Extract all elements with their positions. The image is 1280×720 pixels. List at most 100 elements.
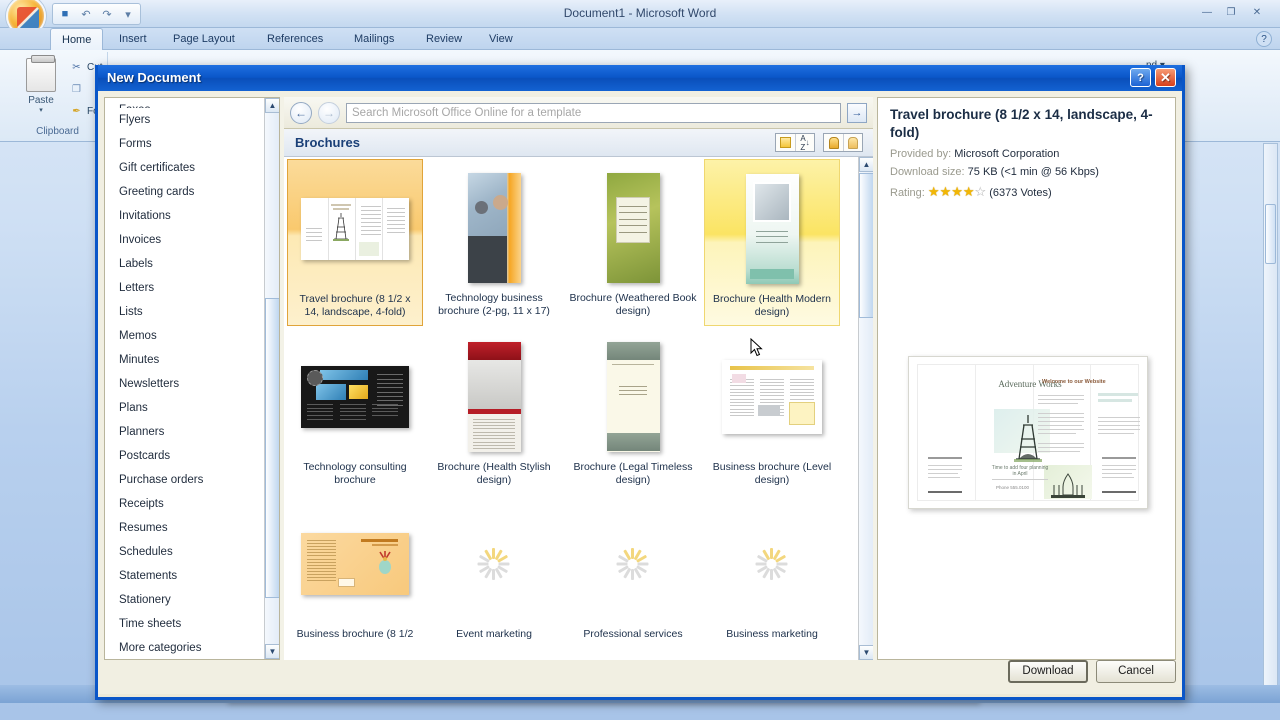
- template-item[interactable]: Business marketing: [704, 495, 840, 647]
- rating-label: Rating:: [890, 187, 925, 199]
- gallery-header: Brochures A Z ↓: [284, 129, 873, 157]
- gallery-scrollbar[interactable]: ▲ ▼: [858, 157, 873, 660]
- category-item-time-sheets[interactable]: Time sheets: [105, 612, 265, 636]
- template-item[interactable]: Business brochure (Level design): [704, 328, 840, 493]
- category-item-minutes[interactable]: Minutes: [105, 348, 265, 372]
- category-item-newsletters[interactable]: Newsletters: [105, 372, 265, 396]
- search-input[interactable]: Search Microsoft Office Online for a tem…: [346, 102, 841, 123]
- word-document-title: Document1 - Microsoft Word: [563, 6, 717, 20]
- scroll-down-icon[interactable]: ▼: [265, 644, 279, 659]
- template-item[interactable]: Professional services: [565, 495, 701, 647]
- tab-mailings[interactable]: Mailings: [343, 28, 405, 50]
- category-item-resumes[interactable]: Resumes: [105, 516, 265, 540]
- minimize-button[interactable]: —: [1196, 5, 1218, 21]
- category-item-invoices[interactable]: Invoices: [105, 228, 265, 252]
- restore-button[interactable]: ❐: [1220, 5, 1242, 21]
- gallery-scroll-up-icon[interactable]: ▲: [859, 157, 873, 172]
- category-item-lists[interactable]: Lists: [105, 300, 265, 324]
- rating-stars[interactable]: ★★★★☆: [928, 184, 986, 200]
- dialog-close-button[interactable]: ✕: [1155, 68, 1176, 87]
- sort-by-rating-icon[interactable]: [776, 134, 795, 151]
- scrollbar-thumb[interactable]: [1265, 204, 1276, 264]
- document-vertical-scrollbar[interactable]: [1263, 143, 1278, 703]
- category-item-memos[interactable]: Memos: [105, 324, 265, 348]
- thumbnail-wrapper: [704, 334, 840, 459]
- download-size-label: Download size:: [890, 166, 965, 178]
- template-item[interactable]: Event marketing: [426, 495, 562, 647]
- tab-review[interactable]: Review: [415, 28, 473, 50]
- sort-alphabetical-icon[interactable]: A Z ↓: [795, 134, 814, 152]
- paste-dropdown-icon[interactable]: ▾: [18, 106, 64, 114]
- category-item-receipts[interactable]: Receipts: [105, 492, 265, 516]
- template-caption: Event marketing: [456, 628, 532, 640]
- new-document-dialog: New Document ? ✕ FaxesFlyersFormsGift ce…: [95, 65, 1185, 700]
- paintbrush-icon: ✒: [72, 106, 81, 117]
- preview-provided-by-row: Provided by: Microsoft Corporation: [890, 148, 1059, 160]
- preview-download-size-row: Download size: 75 KB (<1 min @ 56 Kbps): [890, 166, 1099, 178]
- template-gallery[interactable]: Travel brochure (8 1/2 x 14, landscape, …: [284, 157, 873, 660]
- category-item-greeting-cards[interactable]: Greeting cards: [105, 180, 265, 204]
- tab-page-layout[interactable]: Page Layout: [162, 28, 246, 50]
- category-item-invitations[interactable]: Invitations: [105, 204, 265, 228]
- gallery-scroll-down-icon[interactable]: ▼: [859, 645, 873, 660]
- template-grid: Travel brochure (8 1/2 x 14, landscape, …: [284, 157, 858, 647]
- template-item[interactable]: Brochure (Weathered Book design): [565, 159, 701, 326]
- tab-view[interactable]: View: [478, 28, 524, 50]
- template-item[interactable]: Brochure (Legal Timeless design): [565, 328, 701, 493]
- provider-community-icon[interactable]: [843, 134, 862, 151]
- template-item[interactable]: Travel brochure (8 1/2 x 14, landscape, …: [287, 159, 423, 326]
- tab-insert[interactable]: Insert: [108, 28, 158, 50]
- search-go-button[interactable]: →: [847, 102, 867, 123]
- download-button[interactable]: Download: [1008, 660, 1088, 683]
- category-item-letters[interactable]: Letters: [105, 276, 265, 300]
- category-item-planners[interactable]: Planners: [105, 420, 265, 444]
- forward-button[interactable]: →: [318, 101, 340, 124]
- help-icon[interactable]: ?: [1256, 31, 1272, 47]
- thumbnail-wrapper: [287, 501, 423, 626]
- thumbnail-wrapper: [426, 334, 562, 459]
- category-item-postcards[interactable]: Postcards: [105, 444, 265, 468]
- category-item-gift-certificates[interactable]: Gift certificates: [105, 156, 265, 180]
- business-brochure-thumbnail: [301, 532, 409, 595]
- gallery-scroll-thumb[interactable]: [859, 173, 873, 318]
- template-item[interactable]: Brochure (Health Stylish design): [426, 328, 562, 493]
- star-3[interactable]: ★: [951, 184, 963, 199]
- star-2[interactable]: ★: [940, 184, 952, 199]
- template-caption: Technology business brochure (2-pg, 11 x…: [438, 292, 550, 317]
- star-4[interactable]: ★: [963, 184, 975, 199]
- category-item-statements[interactable]: Statements: [105, 564, 265, 588]
- category-item-forms[interactable]: Forms: [105, 132, 265, 156]
- category-item-flyers[interactable]: Flyers: [105, 108, 265, 132]
- template-item[interactable]: Technology business brochure (2-pg, 11 x…: [426, 159, 562, 326]
- star-1[interactable]: ★: [928, 184, 940, 199]
- category-item-plans[interactable]: Plans: [105, 396, 265, 420]
- category-item-purchase-orders[interactable]: Purchase orders: [105, 468, 265, 492]
- template-item[interactable]: Brochure (Health Modern design): [704, 159, 840, 326]
- category-item-labels[interactable]: Labels: [105, 252, 265, 276]
- close-button[interactable]: ✕: [1246, 5, 1268, 21]
- paste-button[interactable]: Paste ▾: [18, 55, 64, 114]
- weathered-book-brochure-thumbnail: [606, 172, 660, 283]
- template-caption: Brochure (Health Stylish design): [437, 461, 551, 486]
- thumbnail-wrapper: [287, 334, 423, 459]
- template-item[interactable]: Technology consulting brochure: [287, 328, 423, 493]
- business-level-brochure-thumbnail: [722, 359, 822, 434]
- categories-scroll-thumb[interactable]: [265, 298, 279, 598]
- dialog-help-button[interactable]: ?: [1130, 68, 1151, 87]
- template-item[interactable]: Business brochure (8 1/2: [287, 495, 423, 647]
- tab-home[interactable]: Home: [50, 28, 104, 50]
- rating-votes: (6373 Votes): [989, 187, 1052, 199]
- category-item-faxes[interactable]: Faxes: [105, 98, 265, 108]
- category-item-more-categories[interactable]: More categories: [105, 636, 265, 659]
- category-item-stationery[interactable]: Stationery: [105, 588, 265, 612]
- back-button[interactable]: ←: [290, 101, 312, 124]
- template-browser-pane: ← → Search Microsoft Office Online for a…: [284, 97, 873, 660]
- tab-references[interactable]: References: [256, 28, 334, 50]
- star-5[interactable]: ☆: [975, 184, 987, 199]
- copy-button[interactable]: ❐: [70, 83, 87, 96]
- scroll-up-icon[interactable]: ▲: [265, 98, 279, 113]
- provider-microsoft-icon[interactable]: [824, 134, 843, 151]
- categories-scrollbar[interactable]: ▲ ▼: [264, 98, 279, 659]
- cancel-button[interactable]: Cancel: [1096, 660, 1176, 683]
- category-item-schedules[interactable]: Schedules: [105, 540, 265, 564]
